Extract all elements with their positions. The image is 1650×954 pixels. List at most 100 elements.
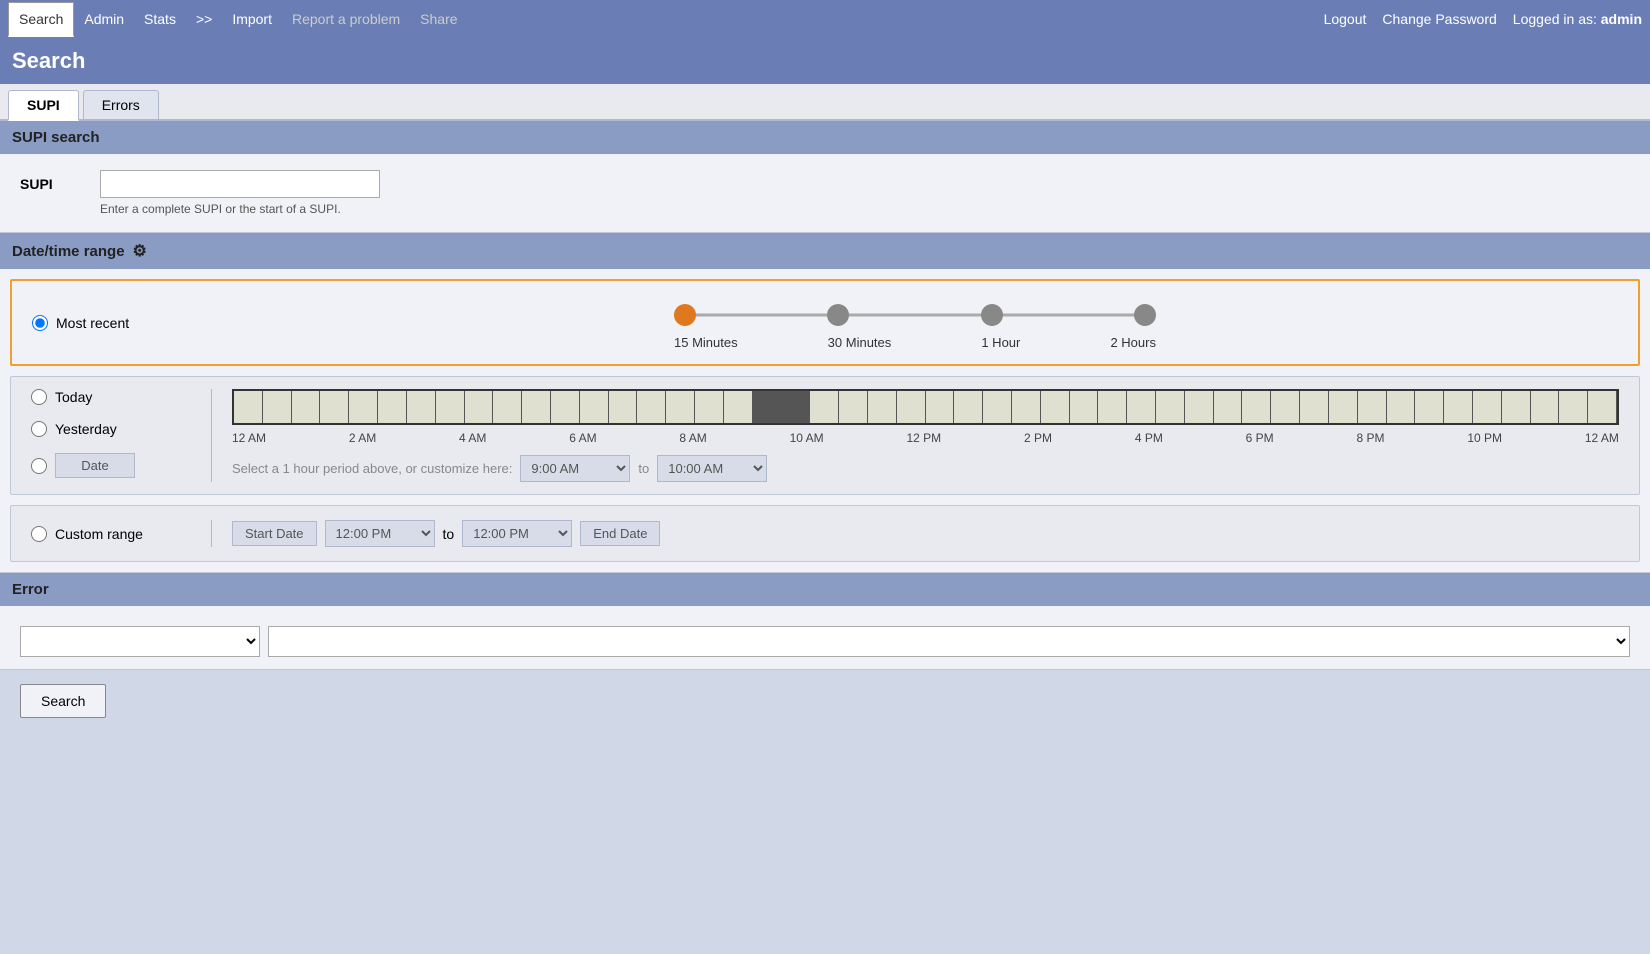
slider-dot-2[interactable]: [981, 304, 1003, 326]
end-date-button[interactable]: End Date: [580, 521, 660, 546]
error-section-header: Error: [0, 573, 1650, 606]
nav-more[interactable]: >>: [186, 3, 222, 35]
timeline-segment[interactable]: [1012, 391, 1041, 423]
timeline-segment[interactable]: [1531, 391, 1560, 423]
nav-import[interactable]: Import: [222, 3, 282, 35]
timeline-segment[interactable]: [1329, 391, 1358, 423]
timeline-segment[interactable]: [1041, 391, 1070, 423]
timeline-segment[interactable]: [407, 391, 436, 423]
timeline-segment[interactable]: [349, 391, 378, 423]
time-to-select[interactable]: 10:00 AM: [657, 455, 767, 482]
timeline-segment[interactable]: [378, 391, 407, 423]
timeline-segment[interactable]: [1358, 391, 1387, 423]
start-date-button[interactable]: Start Date: [232, 521, 317, 546]
custom-range-label[interactable]: Custom range: [31, 526, 211, 542]
today-label[interactable]: Today: [31, 389, 211, 405]
logout-button[interactable]: Logout: [1324, 11, 1367, 27]
nav-search[interactable]: Search: [8, 2, 74, 37]
tab-supi[interactable]: SUPI: [8, 90, 79, 121]
nav-report[interactable]: Report a problem: [282, 3, 410, 35]
timeline-segment[interactable]: [1473, 391, 1502, 423]
timeline-segment[interactable]: [1387, 391, 1416, 423]
timeline-segment[interactable]: [666, 391, 695, 423]
timeline-labels: 12 AM2 AM4 AM6 AM8 AM10 AM12 PM2 PM4 PM6…: [232, 431, 1619, 445]
timeline-segment[interactable]: [1300, 391, 1329, 423]
custom-range-content: Start Date 12:00 PM to 12:00 PM End Date: [211, 520, 660, 547]
error-select-2[interactable]: [268, 626, 1630, 657]
custom-range-radio[interactable]: [31, 526, 47, 542]
timeline-segment[interactable]: [522, 391, 551, 423]
slider-dot-3[interactable]: [1134, 304, 1156, 326]
timeline-segment[interactable]: [695, 391, 724, 423]
supi-hint: Enter a complete SUPI or the start of a …: [100, 202, 380, 216]
timeline-segment[interactable]: [637, 391, 666, 423]
date-label[interactable]: Date: [31, 453, 211, 478]
end-time-select[interactable]: 12:00 PM: [462, 520, 572, 547]
slider-dot-0[interactable]: [674, 304, 696, 326]
nav-share[interactable]: Share: [410, 3, 467, 35]
change-password-button[interactable]: Change Password: [1382, 11, 1496, 27]
timeline-segment[interactable]: [1127, 391, 1156, 423]
time-from-select[interactable]: 9:00 AM: [520, 455, 630, 482]
error-selects-row: [20, 626, 1630, 657]
timeline-segment[interactable]: [1098, 391, 1127, 423]
timeline-segment[interactable]: [781, 391, 810, 423]
timeline-segment[interactable]: [263, 391, 292, 423]
datetime-section: Date/time range ⚙ Most recent 15 Minu: [0, 233, 1650, 573]
timeline-segment[interactable]: [436, 391, 465, 423]
datetime-header: Date/time range ⚙: [0, 233, 1650, 269]
error-select-1[interactable]: [20, 626, 260, 657]
timeline-segment[interactable]: [810, 391, 839, 423]
timeline-segment[interactable]: [1185, 391, 1214, 423]
tab-errors[interactable]: Errors: [83, 90, 159, 119]
yesterday-label[interactable]: Yesterday: [31, 421, 211, 437]
timeline-segment[interactable]: [1444, 391, 1473, 423]
most-recent-radio[interactable]: [32, 315, 48, 331]
search-button[interactable]: Search: [20, 684, 106, 718]
timeline-segment[interactable]: [1214, 391, 1243, 423]
timeline-label: 8 PM: [1357, 431, 1385, 445]
timeline-segment[interactable]: [493, 391, 522, 423]
timeline-segment[interactable]: [1070, 391, 1099, 423]
timeline-bar[interactable]: [232, 389, 1619, 425]
timeline-label: 8 AM: [679, 431, 706, 445]
slider-dot-1[interactable]: [827, 304, 849, 326]
timeline-segment[interactable]: [1271, 391, 1300, 423]
timeline-segment[interactable]: [551, 391, 580, 423]
timeline-segment[interactable]: [839, 391, 868, 423]
timeline-segment[interactable]: [724, 391, 753, 423]
slider-track: [685, 314, 1145, 317]
timeline-segment[interactable]: [580, 391, 609, 423]
timeline-segment[interactable]: [926, 391, 955, 423]
timeline-segment[interactable]: [609, 391, 638, 423]
supi-input[interactable]: [100, 170, 380, 198]
timeline-segment[interactable]: [1415, 391, 1444, 423]
timeline-segment[interactable]: [292, 391, 321, 423]
timeline-segment[interactable]: [1156, 391, 1185, 423]
date-radio[interactable]: [31, 458, 47, 474]
timeline-segment[interactable]: [320, 391, 349, 423]
timeline-segment[interactable]: [868, 391, 897, 423]
most-recent-label[interactable]: Most recent: [32, 315, 212, 331]
timeline-segment[interactable]: [897, 391, 926, 423]
timeline-segment[interactable]: [465, 391, 494, 423]
timeline-segment[interactable]: [1588, 391, 1617, 423]
gear-icon[interactable]: ⚙: [133, 241, 147, 261]
timeline-segment[interactable]: [1242, 391, 1271, 423]
timeline-segment[interactable]: [954, 391, 983, 423]
tabs: SUPI Errors: [0, 84, 1650, 121]
username-display: admin: [1601, 11, 1642, 27]
timeline-label: 6 PM: [1246, 431, 1274, 445]
timeline-segment[interactable]: [983, 391, 1012, 423]
timeline-segment[interactable]: [1502, 391, 1531, 423]
timeline-segment[interactable]: [234, 391, 263, 423]
search-button-area: Search: [0, 670, 1650, 732]
nav-admin[interactable]: Admin: [74, 3, 134, 35]
start-time-select[interactable]: 12:00 PM: [325, 520, 435, 547]
timeline-segment[interactable]: [753, 391, 782, 423]
today-radio[interactable]: [31, 389, 47, 405]
yesterday-radio[interactable]: [31, 421, 47, 437]
timeline-segment[interactable]: [1559, 391, 1588, 423]
nav-stats[interactable]: Stats: [134, 3, 186, 35]
date-button[interactable]: Date: [55, 453, 135, 478]
